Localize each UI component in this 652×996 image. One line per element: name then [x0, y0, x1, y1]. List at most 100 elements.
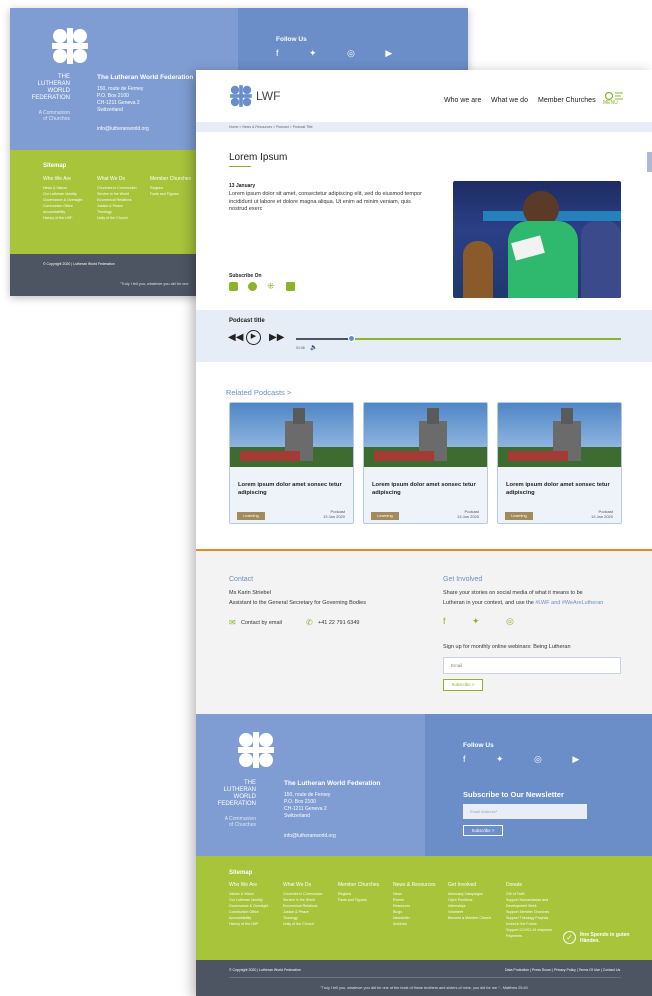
progress-knob[interactable]	[347, 335, 355, 342]
back-social-icons[interactable]: f ✦ ◎ ▶	[276, 48, 406, 59]
footer-quote: "Truly I tell you, whatever you did for …	[320, 986, 528, 990]
newsletter-email-input[interactable]: Email Address*	[463, 804, 587, 819]
nav-what-we-do[interactable]: What we do	[491, 97, 528, 104]
article-date: 13 January	[229, 183, 256, 189]
contact-phone[interactable]: +41 22 791 6349	[318, 620, 359, 628]
back-follow-heading: Follow Us	[276, 36, 307, 43]
podcast-card[interactable]: Lorem ipsum dolor amet sonsec tetur adip…	[229, 402, 354, 524]
lwf-logo-icon[interactable]	[229, 84, 253, 108]
back-communion: A Communion of Churches	[38, 110, 70, 122]
footer-copyright: © Copyright 2020 | Lutheran World Federa…	[229, 968, 301, 972]
sitemap-col-members: Member Churches Regions Facts and Figures	[338, 882, 380, 902]
footer-follow-heading: Follow Us	[463, 742, 494, 749]
menu-icon[interactable]	[604, 88, 624, 101]
player-title: Podcast title	[229, 318, 265, 324]
webinar-text: Sign up for monthly online webinars: Bei…	[443, 644, 571, 650]
involved-subscribe-button[interactable]: Subscribe >	[443, 679, 483, 691]
involved-text-1: Share your stories on social media of wh…	[443, 590, 583, 596]
footer-email[interactable]: info@lutheranworld.org	[284, 833, 336, 839]
rewind-icon[interactable]: ◀◀	[228, 332, 243, 343]
back-email[interactable]: info@lutheranworld.org	[97, 126, 149, 132]
front-page: LWF Who we are What we do Member Churche…	[196, 70, 652, 996]
back-col-who: Who We Are News & Values Our Lutheran Ide…	[43, 176, 83, 220]
involved-heading: Get Involved	[443, 576, 483, 583]
article-body: Lorem ipsum dolor sit amet, consectetur …	[229, 191, 422, 212]
back-copyright: © Copyright 2020 | Lutheran World Federa…	[43, 262, 115, 266]
contact-heading: Contact	[229, 576, 254, 583]
title-underline	[229, 166, 251, 167]
card-meta: Podcast 13 Jan 2020	[322, 509, 345, 519]
card-title: Lorem ipsum dolor amet sonsec tetur adip…	[372, 482, 476, 496]
card-meta: Podcast 13 Jan 2020	[590, 509, 613, 519]
contact-section	[196, 551, 652, 714]
nav-who-we-are[interactable]: Who we are	[444, 97, 481, 104]
subscribe-platforms: ⁜	[229, 282, 295, 291]
card-image	[364, 403, 487, 467]
fast-forward-icon[interactable]: ▶▶	[269, 332, 284, 343]
spotify-icon[interactable]	[248, 282, 257, 291]
page-title: Lorem Ipsum	[229, 152, 288, 163]
footer-communion: A Communion of Churches	[224, 816, 256, 828]
involved-text-2: Lutheran in your context, and use the #L…	[443, 600, 604, 606]
rss-icon[interactable]	[286, 282, 295, 291]
nav-member-churches[interactable]: Member Churches	[538, 97, 596, 104]
side-feedback-tab[interactable]	[647, 152, 652, 172]
volume-icon[interactable]: 🔈	[310, 344, 317, 351]
player-time: 01:06	[296, 346, 305, 350]
phone-icon[interactable]: ✆	[306, 618, 313, 627]
back-col-what: What We Do Churches in Communion Service …	[97, 176, 137, 220]
contact-email-link[interactable]: Contact by email	[241, 620, 282, 628]
contact-role: Assistant to the General Secretary for G…	[229, 600, 366, 606]
card-tag[interactable]: Learning	[505, 512, 533, 520]
card-title: Lorem ipsum dolor amet sonsec tetur adip…	[506, 482, 610, 496]
card-meta: Podcast 13 Jan 2020	[456, 509, 479, 519]
footer-blue-right	[425, 714, 652, 856]
back-quote: "Truly I tell you, whatever you did for …	[120, 282, 189, 286]
footer-org-name: THE LUTHERAN WORLD FEDERATION	[217, 780, 256, 807]
menu-label[interactable]: MENU	[603, 100, 618, 106]
card-tag[interactable]: Learning	[371, 512, 399, 520]
footer-bottom	[196, 960, 652, 996]
footer-social-icons[interactable]: f ✦ ◎ ▶	[463, 754, 593, 765]
sitemap-col-what: What We Do Churches in Communion Service …	[283, 882, 323, 926]
breadcrumb[interactable]: Home > News & Resources > Podcast > Podc…	[196, 122, 652, 132]
back-sitemap-heading: Sitemap	[43, 163, 67, 169]
footer-address-title: The Lutheran World Federation	[284, 780, 381, 787]
sitemap-col-donate: Donate Gift of Faith Support Humanitarian…	[506, 882, 552, 938]
envelope-icon[interactable]: ✉	[229, 618, 236, 627]
footer-address: 150, route de Ferney P.O. Box 2100 CH-1211…	[284, 792, 331, 819]
sitemap-heading: Sitemap	[229, 870, 253, 876]
apple-podcasts-icon[interactable]	[229, 282, 238, 291]
footer-legal-links[interactable]: Data Protection | Press Room | Privacy P…	[505, 968, 620, 972]
sitemap-col-involved: Get Involved Advocacy Campaigns Open Posi…	[448, 882, 491, 920]
contact-name: Ms Karin Striebel	[229, 590, 271, 596]
lwf-logo-icon	[52, 28, 88, 64]
podcast-hero-image	[453, 181, 621, 298]
card-image	[230, 403, 353, 467]
podcast-card[interactable]: Lorem ipsum dolor amet sonsec tetur adip…	[363, 402, 488, 524]
footer-rule	[229, 977, 621, 978]
play-button[interactable]: ▶	[246, 330, 261, 345]
podcast-card[interactable]: Lorem ipsum dolor amet sonsec tetur adip…	[497, 402, 622, 524]
subscribe-on-label: Subscribe On	[229, 273, 262, 279]
google-podcasts-icon[interactable]: ⁜	[267, 282, 276, 291]
back-col-members: Member Churches Regions Facts and Figures	[150, 176, 192, 196]
involved-email-input[interactable]: Email	[443, 657, 621, 674]
progress-track[interactable]	[296, 338, 621, 340]
back-address: 150, route de Ferney P.O. Box 2100 CH-1211…	[97, 86, 144, 113]
sitemap-col-who: Who We Are Values & Vision Our Lutheran I…	[229, 882, 269, 926]
sitemap-col-news: News & Resources News Events Resources Blog…	[393, 882, 436, 926]
checkmark-icon: ✓	[563, 931, 576, 944]
involved-social-icons[interactable]: f ✦ ◎	[443, 616, 526, 627]
donate-badge-text: Ihre Spende in guten Händen.	[580, 932, 630, 944]
related-heading[interactable]: Related Podcasts >	[226, 388, 291, 397]
card-image	[498, 403, 621, 467]
logo-text[interactable]: LWF	[256, 89, 280, 103]
back-org-name: THE LUTHERAN WORLD FEDERATION	[31, 74, 70, 101]
card-title: Lorem ipsum dolor amet sonsec tetur adip…	[238, 482, 342, 496]
newsletter-heading: Subscribe to Our Newsletter	[463, 790, 564, 799]
lwf-logo-icon	[238, 732, 274, 768]
hashtag-links[interactable]: #LWF and #WeAreLutheran	[535, 600, 603, 606]
card-tag[interactable]: Learning	[237, 512, 265, 520]
newsletter-subscribe-button[interactable]: Subscribe >	[463, 825, 503, 836]
